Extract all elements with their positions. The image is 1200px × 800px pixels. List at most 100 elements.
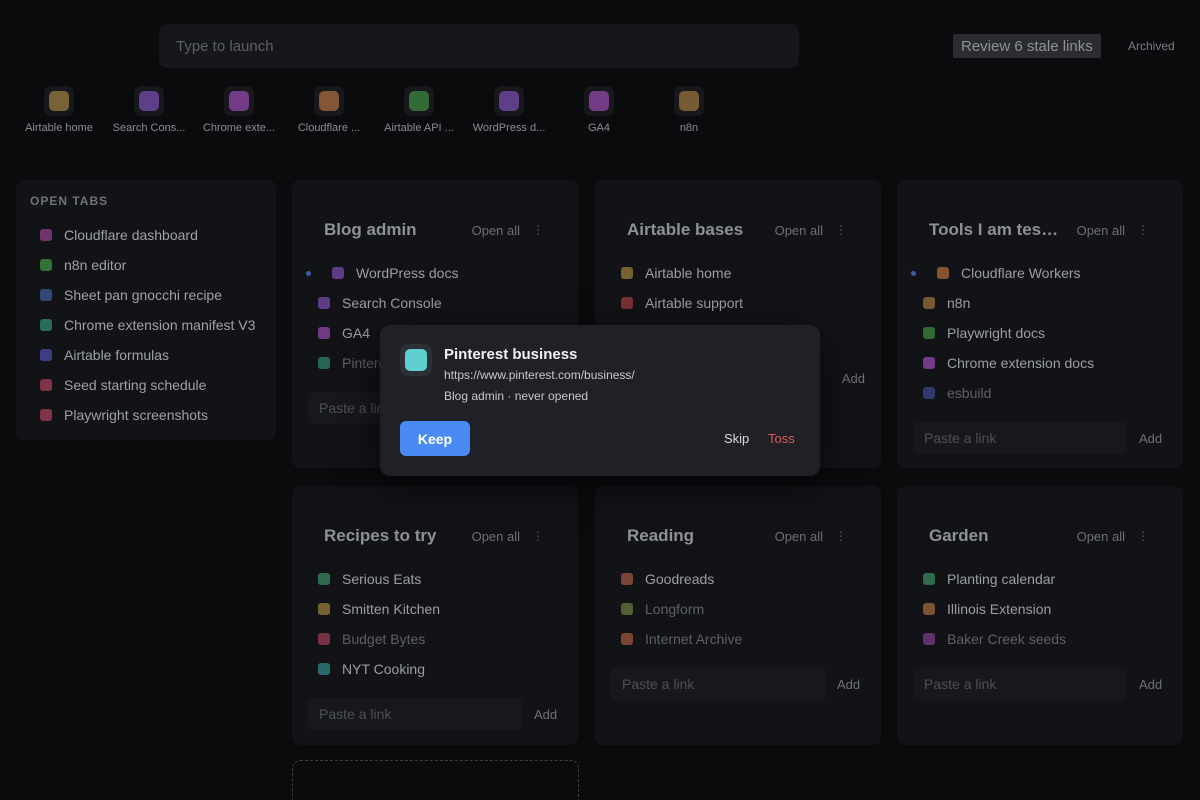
favicon-icon [318,357,330,369]
favicon-icon [923,357,935,369]
paste-link-input[interactable] [308,698,522,730]
open-all-button[interactable]: Open all [775,223,823,238]
favicon-icon [923,387,935,399]
more-options-icon[interactable]: ⋮ [1137,529,1149,543]
link-item[interactable]: Chrome extension docs [919,348,1163,378]
skip-button[interactable]: Skip [724,431,749,446]
favicon-icon [40,289,52,301]
new-group-drop-zone[interactable] [292,760,579,800]
more-options-icon[interactable]: ⋮ [1137,223,1149,237]
link-label: Airtable support [645,295,744,311]
link-item[interactable]: Airtable home [617,258,861,288]
paste-link-input[interactable] [913,668,1127,700]
paste-link-input[interactable] [611,668,825,700]
link-label: Illinois Extension [947,601,1052,617]
launcher-input[interactable]: Type to launch [159,24,799,68]
favicon-icon [40,319,52,331]
favicon-icon [621,633,633,645]
open-all-button[interactable]: Open all [1077,223,1125,238]
open-tab-item[interactable]: Airtable formulas [30,340,262,370]
unread-dot-icon [911,270,916,276]
add-link-button[interactable]: Add [837,677,860,692]
link-item[interactable]: Goodreads [617,564,861,594]
open-tab-item[interactable]: Playwright screenshots [30,400,262,430]
group-card-tools: Tools I am testing Open all ⋮ Cloudflare… [897,180,1183,468]
site-icon [224,86,254,116]
group-title[interactable]: Reading [627,526,775,546]
toss-button[interactable]: Toss [768,431,795,446]
group-title[interactable]: Airtable bases [627,220,775,240]
open-all-button[interactable]: Open all [775,529,823,544]
link-item[interactable]: Internet Archive [617,624,861,654]
group-title[interactable]: Recipes to try [324,526,472,546]
quick-launch-item[interactable]: Airtable API ... [374,86,464,134]
add-link-button[interactable]: Add [534,707,557,722]
link-item[interactable]: Planting calendar [919,564,1163,594]
open-tab-item[interactable]: Cloudflare dashboard [30,220,262,250]
add-link-button[interactable]: Add [1139,677,1162,692]
modal-link-meta: Blog admin · never opened [444,389,589,403]
quick-launch-label: Chrome exte... [202,122,276,134]
favicon-icon [621,603,633,615]
link-item[interactable]: Serious Eats [314,564,558,594]
group-title[interactable]: Blog admin [324,220,472,240]
quick-launch-item[interactable]: WordPress d... [464,86,554,134]
more-options-icon[interactable]: ⋮ [835,223,847,237]
favicon-icon [923,573,935,585]
link-item[interactable]: Illinois Extension [919,594,1163,624]
open-tabs-panel: OPEN TABS Cloudflare dashboard n8n edito… [16,180,276,440]
open-all-button[interactable]: Open all [472,223,520,238]
open-tab-label: Chrome extension manifest V3 [64,317,256,333]
add-link-button[interactable]: Add [842,371,865,386]
link-item[interactable]: Longform [617,594,861,624]
open-tab-item[interactable]: Seed starting schedule [30,370,262,400]
more-options-icon[interactable]: ⋮ [532,223,544,237]
link-item[interactable]: n8n [919,288,1163,318]
quick-launch-item[interactable]: Chrome exte... [194,86,284,134]
link-item[interactable]: Budget Bytes [314,624,558,654]
link-item[interactable]: Playwright docs [919,318,1163,348]
archived-link[interactable]: Archived [1128,39,1175,53]
open-tab-label: Cloudflare dashboard [64,227,198,243]
open-all-button[interactable]: Open all [1077,529,1125,544]
open-tab-item[interactable]: Chrome extension manifest V3 [30,310,262,340]
link-item[interactable]: Baker Creek seeds [919,624,1163,654]
link-item[interactable]: esbuild [919,378,1163,408]
open-tab-item[interactable]: n8n editor [30,250,262,280]
modal-link-title: Pinterest business [444,346,578,363]
quick-launch-item[interactable]: Search Cons... [104,86,194,134]
quick-launch-label: n8n [679,122,699,134]
paste-link-input[interactable] [913,422,1127,454]
quick-launch-item[interactable]: GA4 [554,86,644,134]
open-tab-label: Sheet pan gnocchi recipe [64,287,222,303]
link-label: Baker Creek seeds [947,631,1067,647]
quick-launch-item[interactable]: Airtable home [14,86,104,134]
link-item[interactable]: Smitten Kitchen [314,594,558,624]
open-tab-item[interactable]: Sheet pan gnocchi recipe [30,280,262,310]
modal-link-url: https://www.pinterest.com/business/ [444,368,635,382]
link-label: NYT Cooking [342,661,426,677]
add-link-button[interactable]: Add [1139,431,1162,446]
favicon-icon [923,633,935,645]
favicon-icon [40,379,52,391]
keep-button[interactable]: Keep [400,421,470,456]
group-title[interactable]: Tools I am testing [929,220,1077,240]
group-card-recipes: Recipes to try Open all ⋮ Serious Eats S… [292,486,578,745]
link-item[interactable]: Airtable support [617,288,861,318]
link-item[interactable]: WordPress docs [306,258,558,288]
review-stale-links-button[interactable]: Review 6 stale links [953,34,1101,58]
favicon-icon [937,267,949,279]
link-item[interactable]: NYT Cooking [314,654,558,684]
site-icon [404,86,434,116]
quick-launch-item[interactable]: Cloudflare ... [284,86,374,134]
more-options-icon[interactable]: ⋮ [532,529,544,543]
quick-launch-item[interactable]: n8n [644,86,734,134]
open-all-button[interactable]: Open all [472,529,520,544]
more-options-icon[interactable]: ⋮ [835,529,847,543]
site-icon [134,86,164,116]
group-title[interactable]: Garden [929,526,1077,546]
link-item[interactable]: Search Console [314,288,558,318]
favicon-icon [40,229,52,241]
link-item[interactable]: Cloudflare Workers [911,258,1163,288]
open-tab-label: Playwright screenshots [64,407,208,423]
